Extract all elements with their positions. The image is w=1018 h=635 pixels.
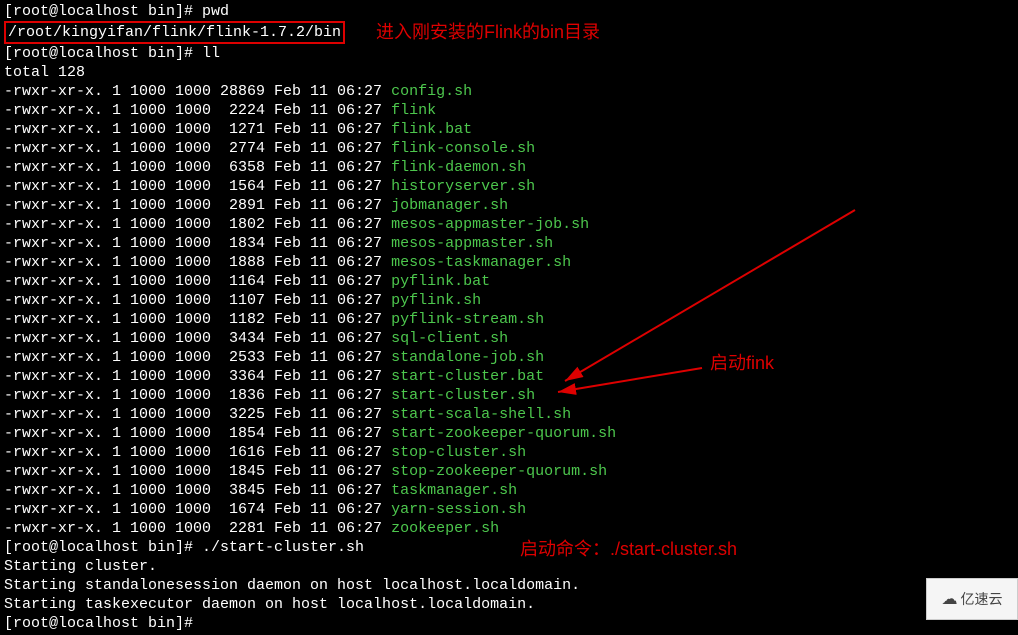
- cloud-icon: ☁: [942, 590, 958, 609]
- logo-text: 亿速云: [961, 590, 1003, 609]
- logo-badge: ☁ 亿速云: [926, 578, 1018, 620]
- terminal-output[interactable]: [root@localhost bin]# pwd /root/kingyifa…: [0, 0, 1018, 635]
